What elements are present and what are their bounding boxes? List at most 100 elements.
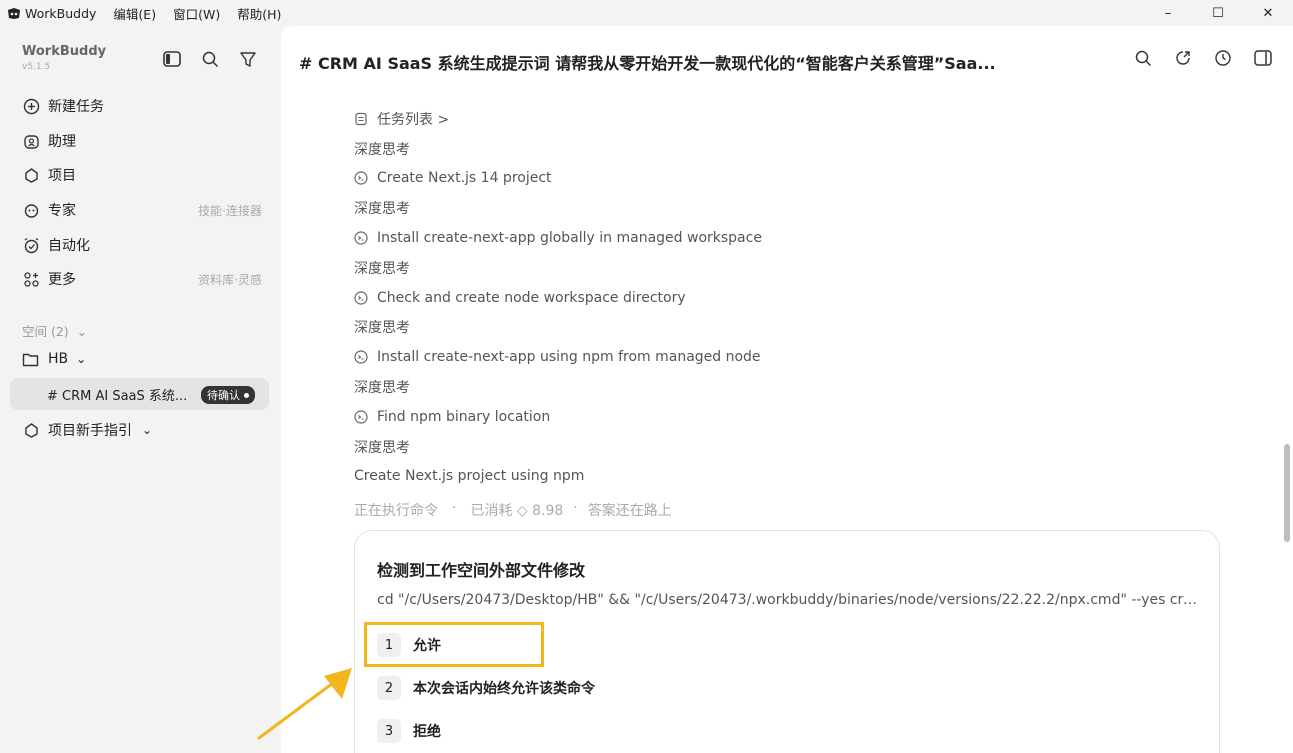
stream-text: Install create-next-app globally in mana…	[377, 230, 762, 247]
app-name: WorkBuddy	[25, 5, 97, 21]
assistant-icon	[22, 132, 40, 150]
stream-text: 深度思考	[354, 439, 410, 456]
share-icon[interactable]	[1173, 48, 1193, 68]
chevron-down-icon: ⌄	[76, 324, 88, 339]
status-line: 正在执行命令 · 已消耗 ◇ 8.98 · 答案还在路上	[354, 500, 672, 520]
nav-guide[interactable]: 项目新手指引 ⌄	[22, 418, 262, 442]
stream-text: Create Next.js 14 project	[377, 170, 552, 187]
badge-label: 待确认	[207, 389, 240, 402]
nav-expert[interactable]: 专家 技能·连接器	[22, 198, 262, 222]
page-title: # CRM AI SaaS 系统生成提示词 请帮我从零开始开发一款现代化的“智能…	[299, 54, 996, 73]
stream-text: 深度思考	[354, 320, 410, 337]
status-running: 正在执行命令	[354, 503, 438, 519]
nav-hint: 技能·连接器	[198, 203, 262, 218]
minimize-button[interactable]: –	[1143, 0, 1193, 26]
filter-icon[interactable]	[238, 49, 258, 69]
close-button[interactable]: ✕	[1243, 0, 1293, 26]
command-step[interactable]: Check and create node workspace director…	[354, 283, 1214, 313]
menu-window[interactable]: 窗口(W)	[173, 4, 220, 23]
nav-label: 项目新手指引	[48, 423, 132, 439]
search-icon[interactable]	[200, 49, 220, 69]
maximize-button[interactable]: ☐	[1193, 0, 1243, 26]
nav-new-task[interactable]: 新建任务	[22, 94, 262, 118]
stream-text: Create Next.js project using npm	[354, 468, 585, 485]
option-label: 本次会话内始终允许该类命令	[413, 681, 595, 697]
command-step[interactable]: Install create-next-app using npm from m…	[354, 342, 1214, 372]
stream-text: Install create-next-app using npm from m…	[377, 349, 761, 366]
sidebar: WorkBuddy v5.1.5 新建任务 助理 项目 专家 技能·连接器 自动…	[0, 26, 281, 753]
task-list-link[interactable]: 任务列表 >	[354, 104, 1214, 134]
card-title: 检测到工作空间外部文件修改	[377, 561, 586, 580]
brand: WorkBuddy v5.1.5	[22, 44, 106, 72]
folder-icon	[22, 352, 39, 367]
nav-assistant[interactable]: 助理	[22, 129, 262, 153]
terminal-icon	[354, 291, 368, 305]
alarm-icon	[22, 236, 40, 254]
stream-text: 深度思考	[354, 380, 410, 397]
stream-text: 深度思考	[354, 141, 410, 158]
status-badge: 待确认	[201, 386, 255, 404]
project-icon	[22, 421, 40, 439]
menu-help[interactable]: 帮助(H)	[237, 4, 281, 23]
space-section-toggle[interactable]: 空间 (2) ⌄	[22, 321, 87, 340]
thinking-label[interactable]: 深度思考	[354, 313, 1214, 343]
status-pending: 答案还在路上	[587, 503, 672, 519]
tasklist-icon	[354, 112, 368, 126]
command-step[interactable]: Find npm binary location	[354, 402, 1214, 432]
terminal-icon	[354, 171, 368, 186]
chevron-down-icon: ⌄	[76, 352, 87, 366]
status-consumed: 已消耗 ◇ 8.98	[470, 503, 564, 519]
search-icon[interactable]	[1133, 48, 1153, 68]
space-label: 空间 (2)	[22, 324, 69, 339]
session-item[interactable]: # CRM AI SaaS 系统... 待确认	[10, 378, 269, 410]
option-always-allow[interactable]: 2 本次会话内始终允许该类命令	[377, 676, 595, 700]
workbuddy-logo-icon	[7, 7, 21, 20]
nav-label: 自动化	[48, 238, 90, 254]
nav-hint: 资料库·灵感	[198, 272, 262, 287]
stream-text: 深度思考	[354, 260, 410, 277]
option-deny[interactable]: 3 拒绝	[377, 719, 441, 743]
menu-edit[interactable]: 编辑(E)	[113, 4, 156, 23]
plus-circle-icon	[22, 97, 40, 115]
command-text: cd "/c/Users/20473/Desktop/HB" && "/c/Us…	[377, 592, 1199, 608]
panel-toggle-icon[interactable]	[1253, 48, 1273, 68]
command-step[interactable]: Install create-next-app globally in mana…	[354, 223, 1214, 253]
project-hb[interactable]: HB ⌄	[22, 351, 86, 367]
nav-more[interactable]: 更多 资料库·灵感	[22, 267, 262, 291]
dot-icon	[244, 392, 249, 398]
pointer-arrow-icon	[257, 668, 352, 740]
stream-text: Check and create node workspace director…	[377, 289, 686, 306]
terminal-icon	[354, 350, 368, 364]
version-label: v5.1.5	[22, 62, 51, 72]
command-step: Create Next.js project using npm	[354, 462, 1214, 492]
option-number: 2	[377, 676, 401, 700]
menubar: WorkBuddy 编辑(E) 窗口(W) 帮助(H) – ☐ ✕	[0, 0, 1293, 26]
expert-icon	[22, 201, 40, 219]
sidebar-toggle-icon[interactable]	[162, 49, 182, 69]
scrollbar-thumb[interactable]	[1284, 444, 1290, 542]
nav-label: 助理	[48, 134, 76, 150]
thinking-label[interactable]: 深度思考	[354, 193, 1214, 223]
nav-label: 新建任务	[48, 99, 104, 115]
command-step[interactable]: Create Next.js 14 project	[354, 164, 1214, 194]
project-name: HB	[48, 351, 69, 367]
thinking-label[interactable]: 深度思考	[354, 432, 1214, 462]
scrollbar[interactable]	[1281, 114, 1293, 554]
nav-automation[interactable]: 自动化	[22, 233, 262, 257]
stream-text: 任务列表 >	[377, 111, 450, 128]
nav-project[interactable]: 项目	[22, 163, 262, 187]
stream-text: 深度思考	[354, 201, 410, 218]
history-icon[interactable]	[1213, 48, 1233, 68]
nav-label: 更多	[48, 272, 76, 288]
thinking-label[interactable]: 深度思考	[354, 253, 1214, 283]
thinking-label[interactable]: 深度思考	[354, 372, 1214, 402]
session-title: # CRM AI SaaS 系统...	[47, 388, 188, 404]
thinking-label[interactable]: 深度思考	[354, 134, 1214, 164]
stream-text: Find npm binary location	[377, 408, 551, 425]
chevron-down-icon: ⌄	[142, 423, 153, 437]
more-icon	[22, 270, 40, 288]
option-label: 拒绝	[413, 724, 441, 740]
brand-name: WorkBuddy	[22, 44, 107, 59]
nav-label: 专家	[48, 203, 76, 219]
separator-dot: ·	[452, 500, 457, 516]
